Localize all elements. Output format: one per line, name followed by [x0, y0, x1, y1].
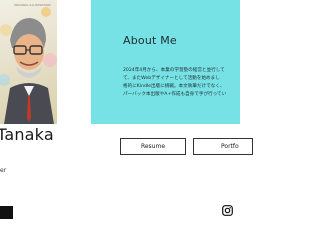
about-line: パーバック本出版やA+作成も自身で手が行ってい — [123, 92, 227, 97]
portrait-illustration — [0, 7, 57, 124]
about-line: て、またWebデザイナーとして活動を始めまし — [123, 76, 220, 81]
about-title: About Me — [123, 34, 177, 47]
profile-name: Tanaka — [0, 125, 54, 144]
resume-button[interactable]: Resume — [120, 138, 186, 155]
about-body: 2024年4月から、本業の学習塾の経営と並行して て、またWebデザイナーとして… — [123, 67, 241, 99]
about-section: About Me 2024年4月から、本業の学習塾の経営と並行して て、またWe… — [91, 0, 240, 124]
portrait-caption: ORIGINAL ILLUSTRATION — [14, 3, 51, 7]
profile-role: er — [0, 167, 7, 174]
menu-block[interactable] — [0, 206, 13, 219]
instagram-icon[interactable] — [222, 205, 233, 216]
about-line: 格的にKindle出版に挑戦。本文執筆だけでなく、 — [123, 84, 225, 89]
portfolio-button[interactable]: Portfo — [193, 138, 253, 155]
about-line: 2024年4月から、本業の学習塾の経営と並行して — [123, 68, 225, 73]
profile-portrait: ORIGINAL ILLUSTRATION — [0, 0, 57, 124]
